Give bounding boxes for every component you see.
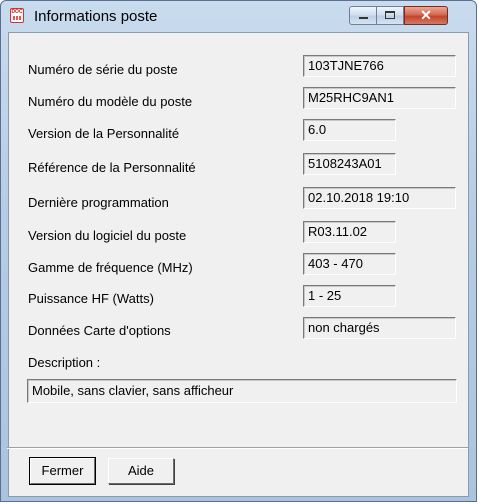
- software-version-field: R03.11.02: [303, 221, 396, 243]
- title-bar[interactable]: DOC Informations poste ✕: [1, 1, 476, 31]
- last-programming-label: Dernière programmation: [28, 195, 169, 210]
- rf-power-label: Puissance HF (Watts): [28, 291, 154, 306]
- maximize-icon: [385, 11, 395, 19]
- minimize-icon: [359, 17, 368, 19]
- last-programming-field: 02.10.2018 19:10: [303, 187, 456, 209]
- close-icon: ✕: [420, 7, 432, 23]
- frequency-range-field: 403 - 470: [303, 253, 396, 275]
- close-dialog-button[interactable]: Fermer: [29, 457, 96, 485]
- serial-number-label: Numéro de série du poste: [28, 62, 178, 77]
- personality-reference-label: Référence de la Personnalité: [28, 160, 196, 175]
- frequency-range-label: Gamme de fréquence (MHz): [28, 260, 193, 275]
- description-label: Description :: [28, 355, 101, 370]
- model-number-field: M25RHC9AN1: [303, 87, 456, 109]
- rf-power-field: 1 - 25: [303, 285, 396, 307]
- personality-version-field: 6.0: [303, 119, 396, 141]
- personality-reference-field: 5108243A01: [303, 153, 396, 175]
- minimize-button[interactable]: [349, 6, 377, 25]
- serial-number-field: 103TJNE766: [303, 55, 456, 77]
- software-version-label: Version du logiciel du poste: [28, 228, 187, 243]
- maximize-button[interactable]: [377, 6, 404, 25]
- model-number-label: Numéro du modèle du poste: [28, 94, 193, 109]
- app-icon: DOC: [10, 8, 24, 23]
- option-card-label: Données Carte d'options: [28, 323, 171, 338]
- close-button[interactable]: ✕: [404, 6, 448, 25]
- option-card-field: non chargés: [303, 317, 456, 339]
- description-field: Mobile, sans clavier, sans afficheur: [27, 379, 457, 403]
- button-separator: [7, 447, 468, 449]
- personality-version-label: Version de la Personnalité: [28, 126, 180, 141]
- help-button[interactable]: Aide: [108, 458, 174, 484]
- window-title: Informations poste: [34, 8, 158, 25]
